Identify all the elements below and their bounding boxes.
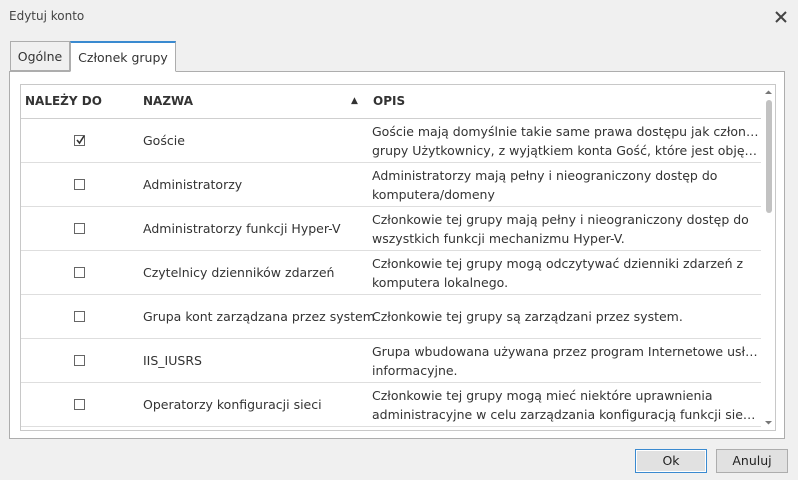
group-name: IIS_IUSRS [143, 353, 202, 368]
description-line: Grupa wbudowana używana przez program In… [372, 344, 760, 359]
table-row[interactable]: Grupa kont zarządzana przez system Człon… [21, 295, 761, 339]
description-line: Członkowie tej grupy mogą mieć niektóre … [372, 388, 713, 403]
description-line: grupy Użytkownicy, z wyjątkiem konta Goś… [372, 143, 760, 158]
description-line: informacyjne. [372, 363, 458, 378]
checkmark-icon [76, 135, 85, 145]
member-checkbox[interactable] [74, 267, 85, 278]
group-name: Goście [143, 133, 185, 148]
table-row[interactable]: Administratorzy Administratorzy mają peł… [21, 163, 761, 207]
tab-panel: NALEŻY DO NAZWA ▲ OPIS Goście Goście maj… [9, 71, 785, 439]
column-header-member[interactable]: NALEŻY DO [25, 85, 102, 118]
description-line: Członkowie tej grupy mogą odczytywać dzi… [372, 256, 744, 271]
group-name: Czytelnicy dzienników zdarzeń [143, 265, 335, 280]
member-checkbox[interactable] [74, 355, 85, 366]
tab-general[interactable]: Ogólne [10, 41, 70, 71]
group-description: Grupa wbudowana używana przez program In… [372, 342, 760, 380]
cancel-button[interactable]: Anuluj [716, 449, 788, 473]
group-name: Administratorzy funkcji Hyper-V [143, 221, 341, 236]
table-row[interactable]: IIS_IUSRS Grupa wbudowana używana przez … [21, 339, 761, 383]
group-description: Goście mają domyślnie takie same prawa d… [372, 122, 760, 160]
scroll-up-icon[interactable] [764, 88, 773, 97]
group-name: Administratorzy [143, 177, 243, 192]
close-icon[interactable] [770, 6, 792, 28]
group-description: Członkowie tej grupy są zarządzani przez… [372, 295, 760, 339]
description-line: komputera lokalnego. [372, 275, 509, 290]
ok-button[interactable]: Ok [635, 449, 707, 473]
description-line: Administratorzy mają pełny i nieogranicz… [372, 168, 718, 183]
group-name: Operatorzy konfiguracji sieci [143, 397, 322, 412]
scrollbar-thumb[interactable] [766, 100, 772, 213]
description-line: administracyjne w celu zarządzania konfi… [372, 407, 760, 422]
tab-group-member[interactable]: Członek grupy [70, 41, 176, 72]
table-row[interactable]: Administratorzy funkcji Hyper-V Członkow… [21, 207, 761, 251]
member-checkbox[interactable] [74, 223, 85, 234]
sort-ascending-icon: ▲ [351, 96, 358, 106]
group-name: Grupa kont zarządzana przez system [143, 309, 375, 324]
description-line: Członkowie tej grupy mają pełny i nieogr… [372, 212, 749, 227]
scroll-down-icon[interactable] [764, 418, 773, 427]
member-checkbox[interactable] [74, 135, 85, 146]
table-row[interactable]: Czytelnicy dzienników zdarzeń Członkowie… [21, 251, 761, 295]
member-checkbox[interactable] [74, 311, 85, 322]
description-line: Goście mają domyślnie takie same prawa d… [372, 124, 760, 139]
table-row[interactable]: Goście Goście mają domyślnie takie same … [21, 119, 761, 163]
vertical-scrollbar[interactable] [762, 85, 775, 430]
member-checkbox[interactable] [74, 179, 85, 190]
description-line: komputera/domeny [372, 187, 495, 202]
column-header-name[interactable]: NAZWA [143, 85, 193, 118]
group-description: Członkowie tej grupy mogą odczytywać dzi… [372, 254, 760, 292]
window-title: Edytuj konto [9, 9, 85, 23]
column-header-description[interactable]: OPIS [373, 85, 405, 118]
groups-table: NALEŻY DO NAZWA ▲ OPIS Goście Goście maj… [20, 84, 776, 431]
group-description: Administratorzy mają pełny i nieogranicz… [372, 166, 760, 204]
table-header: NALEŻY DO NAZWA ▲ OPIS [21, 85, 761, 119]
description-line: Członkowie tej grupy są zarządzani przez… [372, 309, 683, 324]
group-description: Członkowie tej grupy mogą mieć niektóre … [372, 386, 760, 424]
member-checkbox[interactable] [74, 399, 85, 410]
group-description: Członkowie tej grupy mają pełny i nieogr… [372, 210, 760, 248]
description-line: wszystkich funkcji mechanizmu Hyper-V. [372, 231, 625, 246]
title-bar: Edytuj konto [0, 0, 798, 34]
table-row[interactable]: Operatorzy konfiguracji sieci Członkowie… [21, 383, 761, 427]
